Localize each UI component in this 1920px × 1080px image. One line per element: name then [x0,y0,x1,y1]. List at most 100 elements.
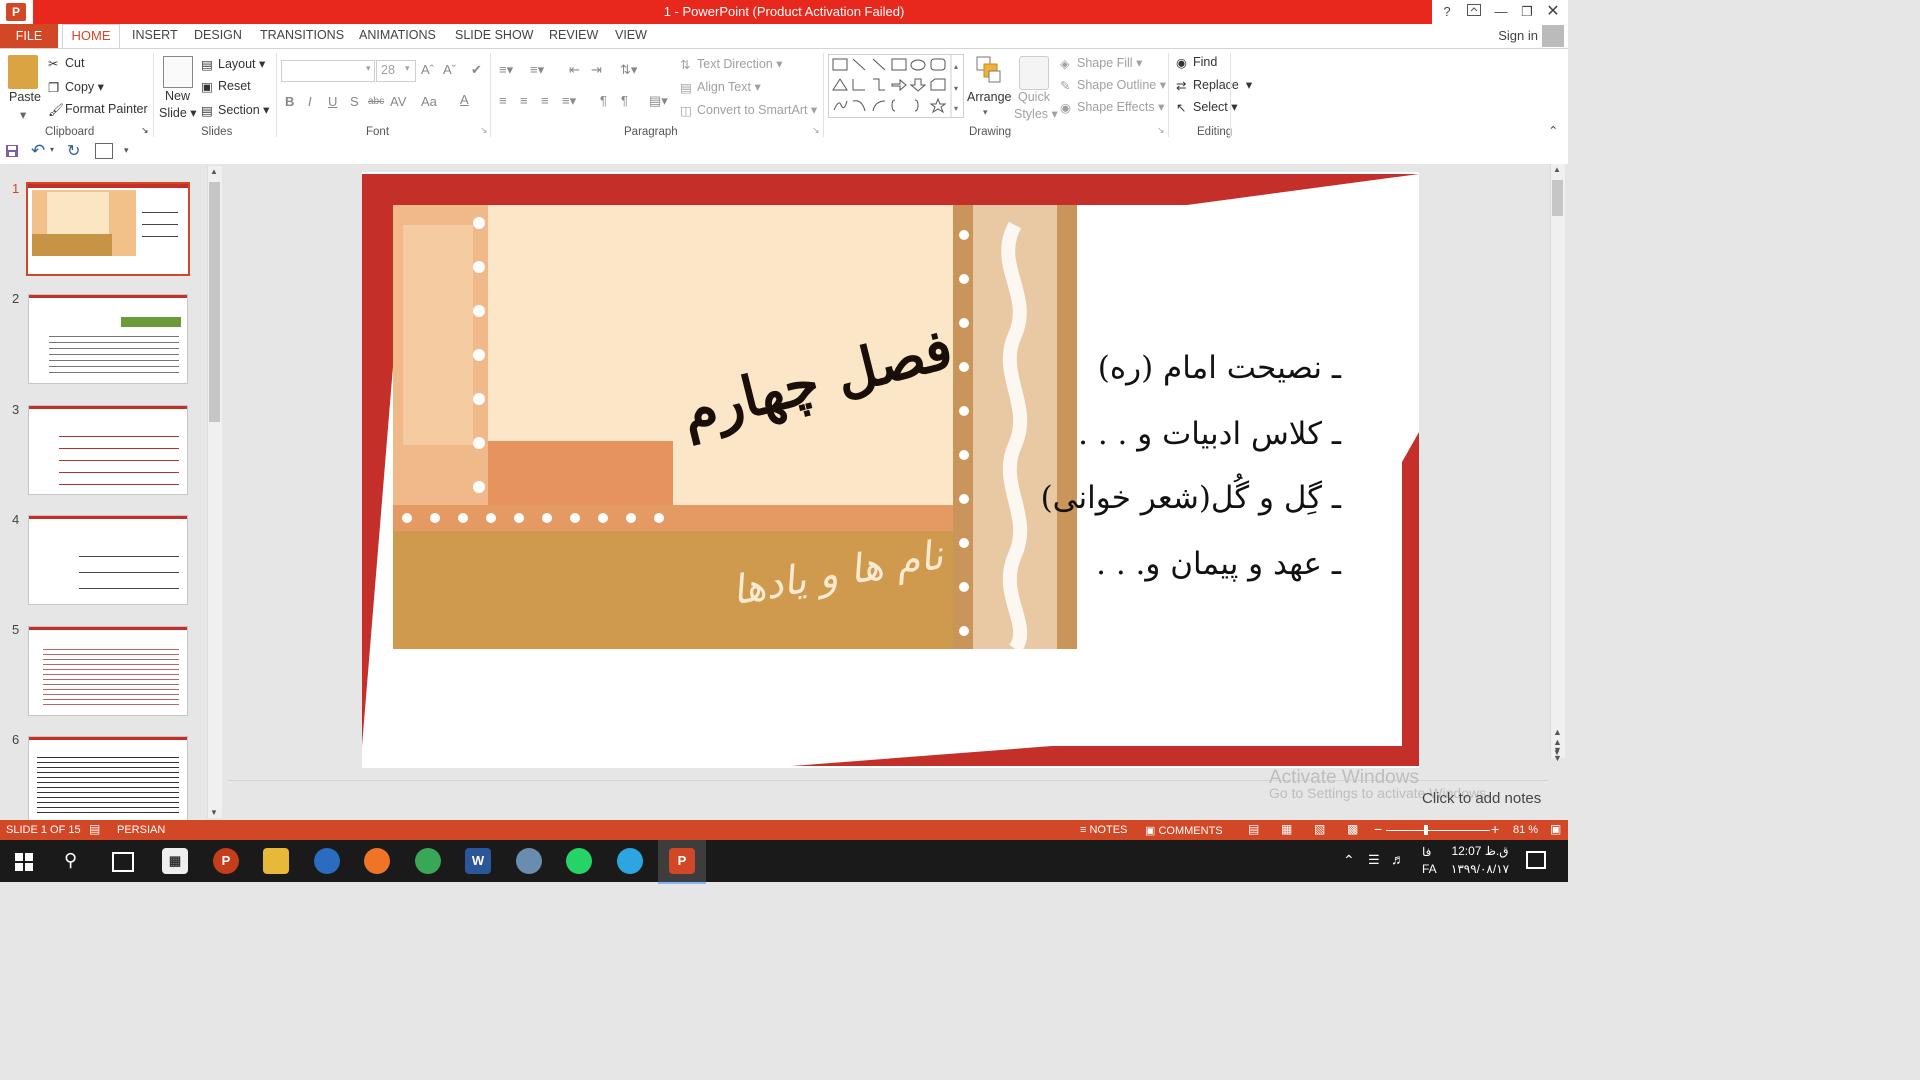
collapse-ribbon-icon[interactable]: ⌃ [1548,123,1558,138]
language-indicator[interactable]: PERSIAN [117,824,165,836]
zoom-level[interactable]: 81 % [1513,824,1538,836]
show-hidden-icons[interactable]: ⌃ [1343,852,1355,869]
undo-icon[interactable]: ↶ [31,141,45,161]
media-app-icon[interactable] [314,848,340,874]
thumbnail-slide-1[interactable] [26,182,190,276]
rtl-direction-icon[interactable]: ¶ [621,93,628,108]
font-name-dropdown-icon[interactable]: ▾ [366,63,371,74]
quick-styles-button[interactable]: Styles ▾ [1014,106,1058,121]
change-case-icon[interactable]: Aa [421,94,437,109]
spell-check-icon[interactable]: ▤ [89,822,100,836]
new-slide-label-1[interactable]: New [165,89,190,103]
scroll-up-icon[interactable]: ▲ [210,167,218,176]
arrange-dropdown-icon[interactable]: ▾ [983,107,988,118]
tab-home[interactable]: HOME [62,24,120,49]
columns-icon[interactable]: ▤▾ [649,93,668,109]
search-icon[interactable]: ⚲ [64,850,77,871]
zoom-slider-thumb[interactable] [1424,825,1428,835]
paste-button[interactable]: Paste [9,90,41,104]
tab-slide-show[interactable]: SLIDE SHOW [455,28,534,42]
thumbnail-slide-3[interactable] [28,405,188,495]
underline-icon[interactable]: U [328,94,337,109]
sign-in-link[interactable]: Sign in [1498,28,1538,43]
line-spacing-icon[interactable]: ⇅▾ [620,62,637,78]
shape-fill-button[interactable]: ◈ Shape Fill ▾ [1060,55,1142,71]
strikethrough-icon[interactable]: abc [368,96,384,107]
text-direction-button[interactable]: ⇅ Text Direction ▾ [680,56,782,72]
zoom-in-icon[interactable]: + [1491,821,1499,837]
customize-qat-icon[interactable]: ▾ [124,145,129,156]
ltr-direction-icon[interactable]: ¶ [600,93,607,108]
decrease-indent-icon[interactable]: ⇤ [569,62,580,78]
word-icon[interactable]: W [465,848,491,874]
italic-icon[interactable]: I [308,94,312,109]
bold-icon[interactable]: B [285,94,294,109]
font-launcher-icon[interactable]: ↘ [480,125,488,136]
notes-area[interactable]: Activate Windows Go to Settings to activ… [228,767,1548,819]
character-spacing-icon[interactable]: AV [390,94,406,109]
font-name-input[interactable] [281,60,375,82]
minimize-icon[interactable]: — [1488,3,1514,21]
select-button[interactable]: ↖ Select ▾ [1176,99,1238,115]
slide-bullet-4[interactable]: ـ عهد و پیمان و. . . [1096,546,1341,582]
convert-smartart-button[interactable]: ◫ Convert to SmartArt ▾ [680,102,817,118]
find-button[interactable]: ◉ Find [1176,55,1217,70]
decrease-font-icon[interactable]: Aˇ [443,62,456,77]
restore-icon[interactable]: ❐ [1514,3,1540,21]
thumbnail-slide-6[interactable] [28,736,188,822]
reset-button[interactable]: ▣ Reset [201,79,251,94]
copy-button[interactable]: ❐ Copy ▾ [48,79,104,95]
undo-dropdown-icon[interactable]: ▾ [50,145,54,154]
slideshow-icon[interactable]: ▩ [1347,822,1358,836]
cut-button[interactable]: ✂ Cut [48,56,84,71]
thumbnail-slide-4[interactable] [28,515,188,605]
arrange-icon[interactable] [975,55,1003,87]
notifications-icon[interactable] [1526,851,1546,869]
telegram-icon[interactable] [617,848,643,874]
windows-start-icon[interactable] [15,853,33,874]
reading-view-icon[interactable]: ▧ [1314,822,1325,836]
drawing-launcher-icon[interactable]: ↘ [1157,125,1165,136]
tab-transitions[interactable]: TRANSITIONS [260,28,344,42]
tab-view[interactable]: VIEW [615,28,647,42]
chrome-icon[interactable] [415,848,441,874]
save-icon[interactable] [5,144,19,158]
file-explorer-icon[interactable] [263,848,289,874]
fit-slide-icon[interactable]: ▣ [1550,822,1561,836]
ribbon-display-options-icon[interactable] [1461,3,1487,21]
shape-outline-button[interactable]: ✎ Shape Outline ▾ [1060,77,1166,93]
quick-styles-icon[interactable] [1019,56,1049,90]
slide-canvas[interactable]: فصل چهارم نام ها و یادها ـ نصیحت امام (ر… [362,172,1419,768]
comments-button[interactable]: ▣ COMMENTS [1145,824,1223,837]
paragraph-launcher-icon[interactable]: ↘ [812,125,820,136]
tab-review[interactable]: REVIEW [549,28,598,42]
align-center-icon[interactable]: ≡ [520,93,528,108]
notes-button[interactable]: ≡ NOTES [1080,824,1127,836]
editor-scrollbar[interactable]: ▲ ▼ [1550,164,1565,758]
increase-font-icon[interactable]: Aˆ [421,62,434,77]
align-right-icon[interactable]: ≡ [541,93,549,108]
numbering-icon[interactable]: ≡▾ [530,62,544,78]
text-shadow-icon[interactable]: S [350,94,359,109]
next-slide-icon[interactable]: ▼ ▼ [1553,746,1562,763]
increase-indent-icon[interactable]: ⇥ [591,62,602,78]
clock-time[interactable]: 12:07 ق.ظ [1446,844,1514,858]
editor-scroll-thumb[interactable] [1552,180,1563,216]
paste-dropdown-icon[interactable]: ▾ [20,107,26,122]
paint-app-icon[interactable] [516,848,542,874]
calculator-icon[interactable]: ▦ [162,848,188,874]
scroll-down-icon[interactable]: ▼ [210,808,218,817]
new-slide-icon[interactable] [163,56,193,88]
clear-formatting-icon[interactable]: ✔ [471,62,482,78]
input-language-fa[interactable]: فا [1422,845,1431,859]
input-language-en[interactable]: FA [1422,862,1437,876]
tab-file[interactable]: FILE [0,24,58,48]
align-left-icon[interactable]: ≡ [499,93,507,108]
slide-bullet-1[interactable]: ـ نصیحت امام (ره) [1098,350,1341,386]
slide-bullet-3[interactable]: ـ گِل و گُل(شعر خوانی) [1041,480,1341,516]
layout-button[interactable]: ▤ Layout ▾ [201,56,265,72]
avatar[interactable] [1542,25,1564,47]
thumbnails-scrollbar[interactable]: ▲ ▼ [207,166,222,818]
thumbnail-slide-2[interactable] [28,294,188,384]
section-button[interactable]: ▤ Section ▾ [201,102,269,118]
